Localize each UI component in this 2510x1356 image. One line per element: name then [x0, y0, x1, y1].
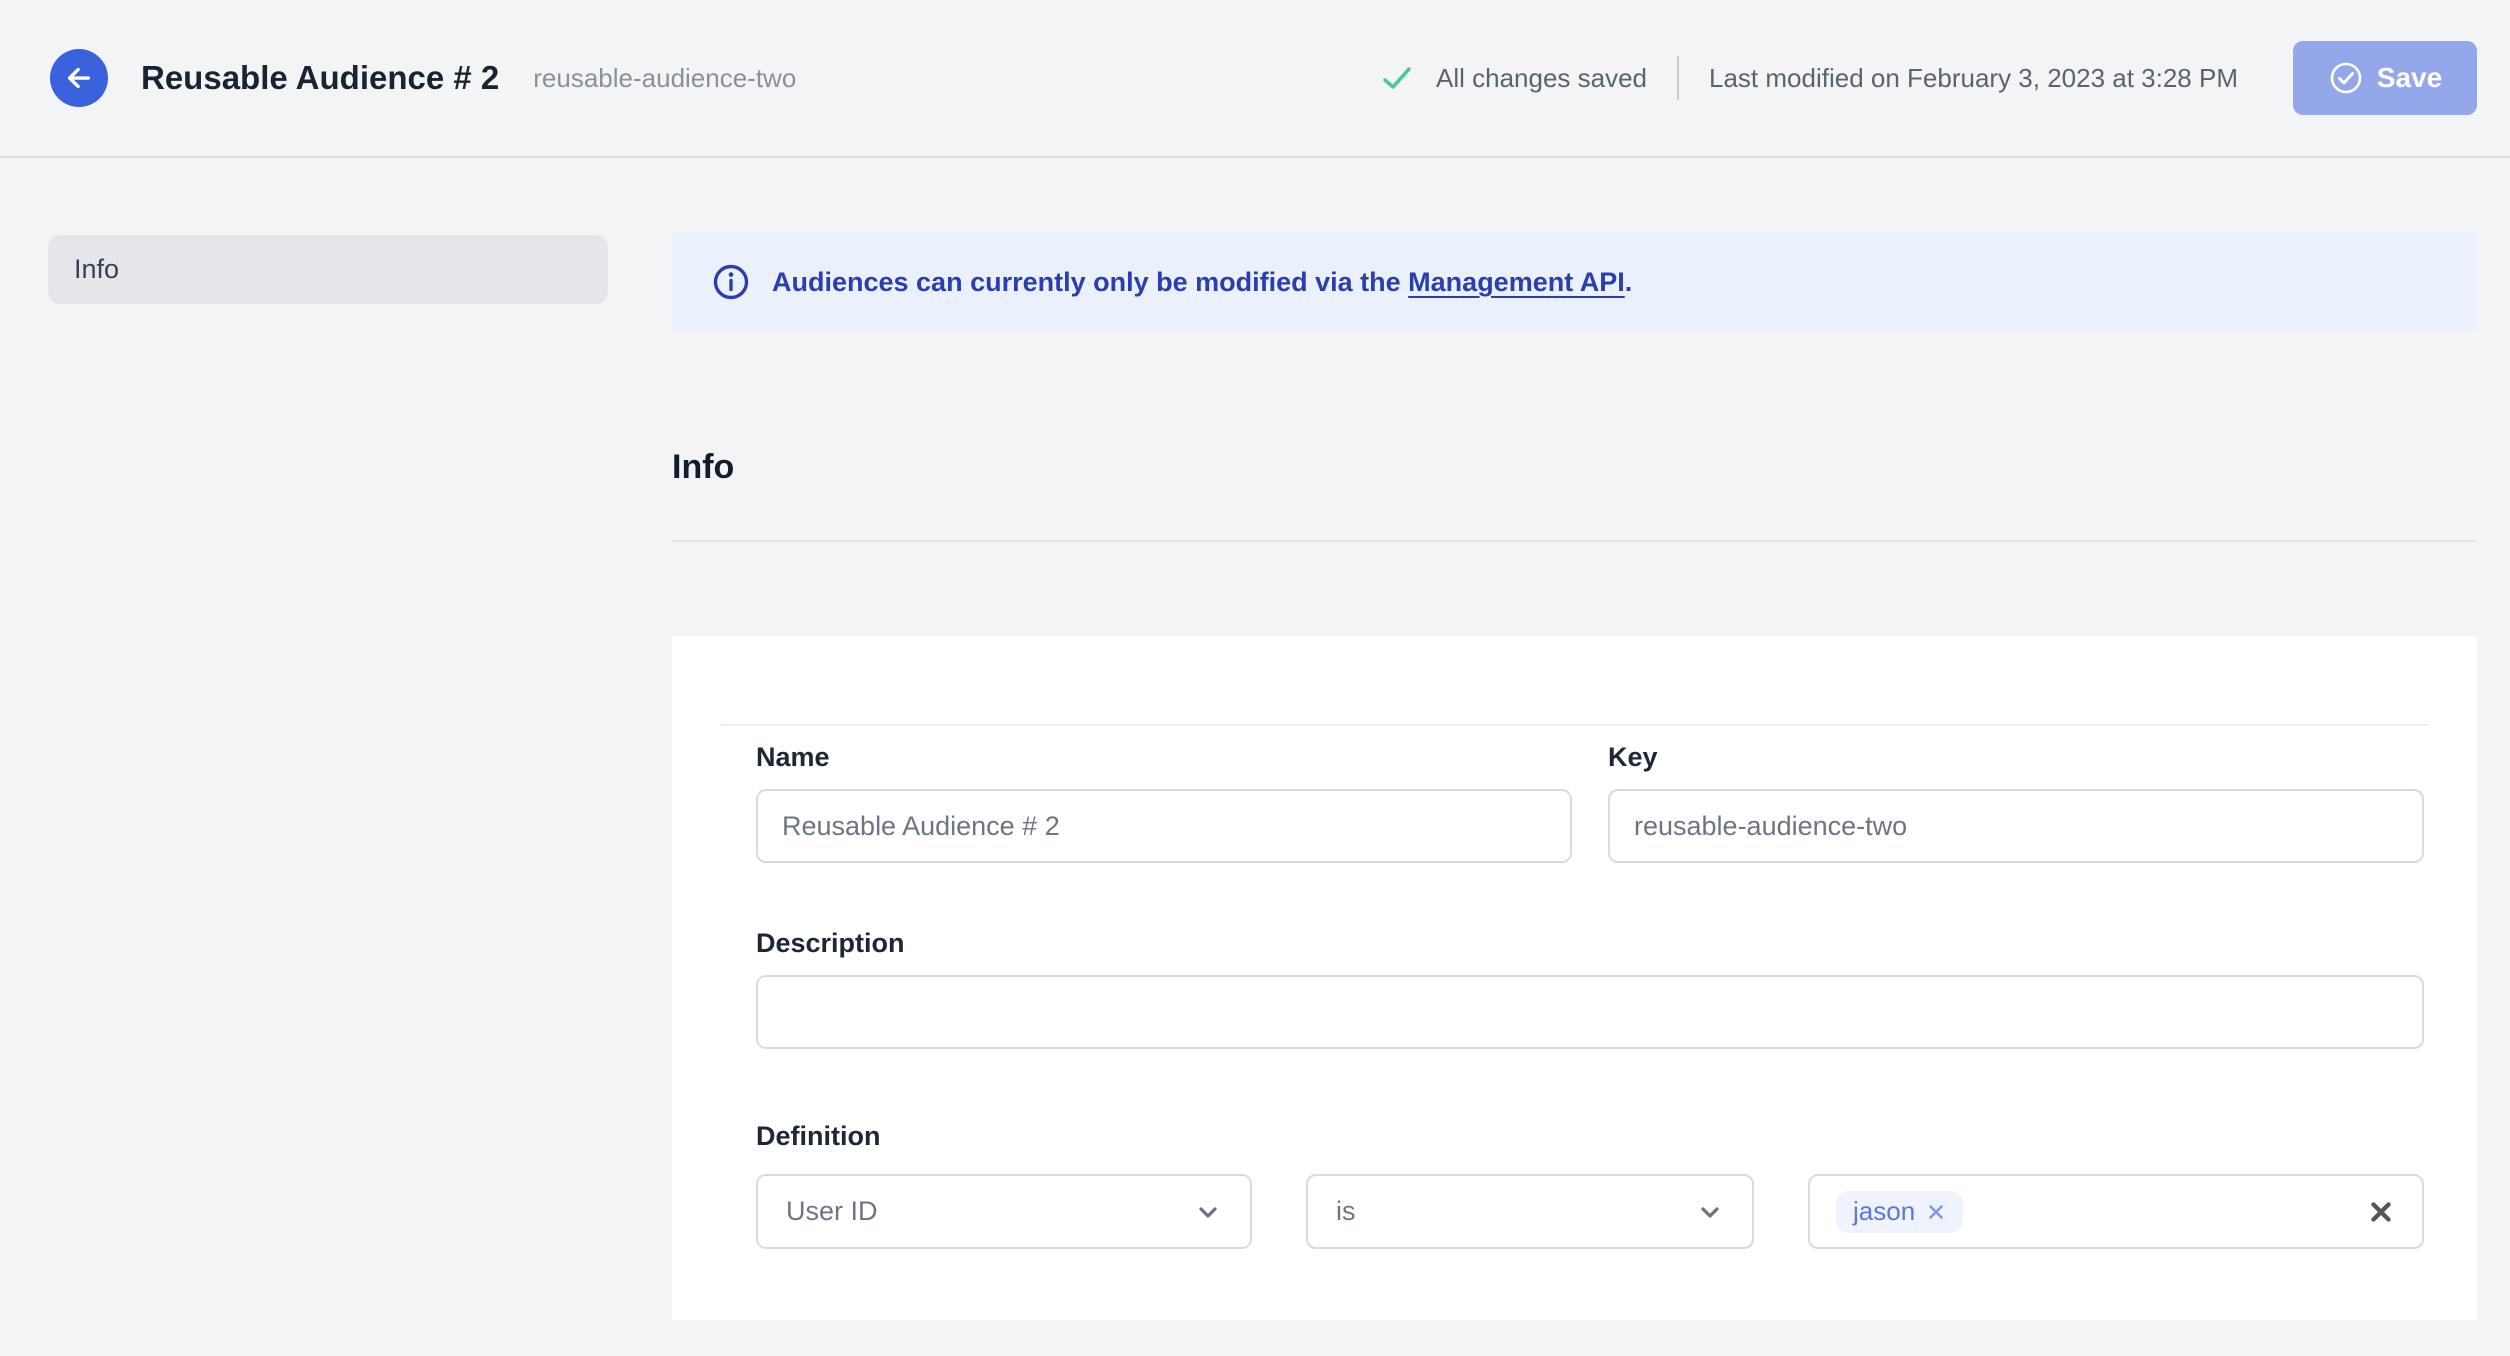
key-label: Key [1608, 742, 1658, 772]
clear-values-button[interactable] [2366, 1197, 2396, 1227]
definition-row-group: Definition User ID is jason [756, 1119, 2424, 1249]
check-icon [1383, 67, 1411, 89]
key-field: Key [1608, 740, 2424, 863]
arrow-left-icon [67, 67, 91, 89]
topbar-right: All changes saved Last modified on Febru… [1380, 41, 2477, 115]
value-chip-label: jason [1853, 1196, 1916, 1226]
definition-controls: User ID is jason [756, 1174, 2424, 1249]
description-input[interactable] [756, 975, 2424, 1049]
clear-values-icon [2371, 1201, 2391, 1222]
info-icon [713, 264, 749, 300]
definition-label: Definition [756, 1121, 881, 1151]
chevron-down-icon [1199, 1206, 1217, 1218]
banner-message: Audiences can currently only be modified… [772, 267, 1632, 298]
save-button-label: Save [2376, 62, 2443, 93]
name-input[interactable] [756, 789, 1572, 863]
management-api-link[interactable]: Management API [1408, 267, 1625, 297]
main-content: Audiences can currently only be modified… [672, 232, 2477, 1320]
card-top-divider [721, 724, 2428, 726]
vertical-divider [1677, 56, 1680, 100]
remove-tag-icon[interactable] [1926, 1202, 1946, 1222]
operator-select-value: is [1336, 1196, 1356, 1226]
topbar: Reusable Audience # 2 reusable-audience-… [0, 0, 2510, 158]
sidebar-item-label: Info [74, 254, 120, 284]
audience-edit-screen: Reusable Audience # 2 reusable-audience-… [0, 0, 2510, 1356]
trait-select[interactable]: User ID [756, 1174, 1252, 1249]
values-input[interactable]: jason [1808, 1174, 2424, 1249]
banner-text-before: Audiences can currently only be modified… [772, 266, 1409, 297]
value-chip: jason [1836, 1190, 1964, 1233]
banner-text-after: . [1624, 266, 1633, 297]
last-modified-text: Last modified on February 3, 2023 at 3:2… [1709, 62, 2238, 93]
name-key-row: Name Key [756, 740, 2424, 863]
section-divider [672, 540, 2477, 542]
info-card: Name Key Description Definition [672, 636, 2477, 1320]
key-input[interactable] [1608, 789, 2424, 863]
save-button[interactable]: Save [2293, 41, 2477, 115]
page-title: Reusable Audience # 2 [141, 59, 500, 96]
description-label: Description [756, 928, 905, 958]
circle-check-icon [2330, 62, 2362, 94]
name-label: Name [756, 742, 830, 772]
chevron-down-icon [1701, 1206, 1719, 1218]
description-row: Description [756, 926, 2424, 1049]
sidebar-item-info[interactable]: Info [48, 235, 608, 304]
audience-key-subtitle: reusable-audience-two [533, 62, 797, 93]
name-field: Name [756, 740, 1572, 863]
back-button[interactable] [50, 49, 108, 107]
saved-status: All changes saved [1380, 61, 1647, 95]
saved-status-label: All changes saved [1435, 62, 1648, 93]
section-title: Info [672, 448, 735, 486]
operator-select[interactable]: is [1306, 1174, 1754, 1249]
info-banner: Audiences can currently only be modified… [672, 232, 2477, 332]
trait-select-value: User ID [786, 1196, 878, 1226]
audience-form: Name Key Description Definition [672, 636, 2477, 1249]
